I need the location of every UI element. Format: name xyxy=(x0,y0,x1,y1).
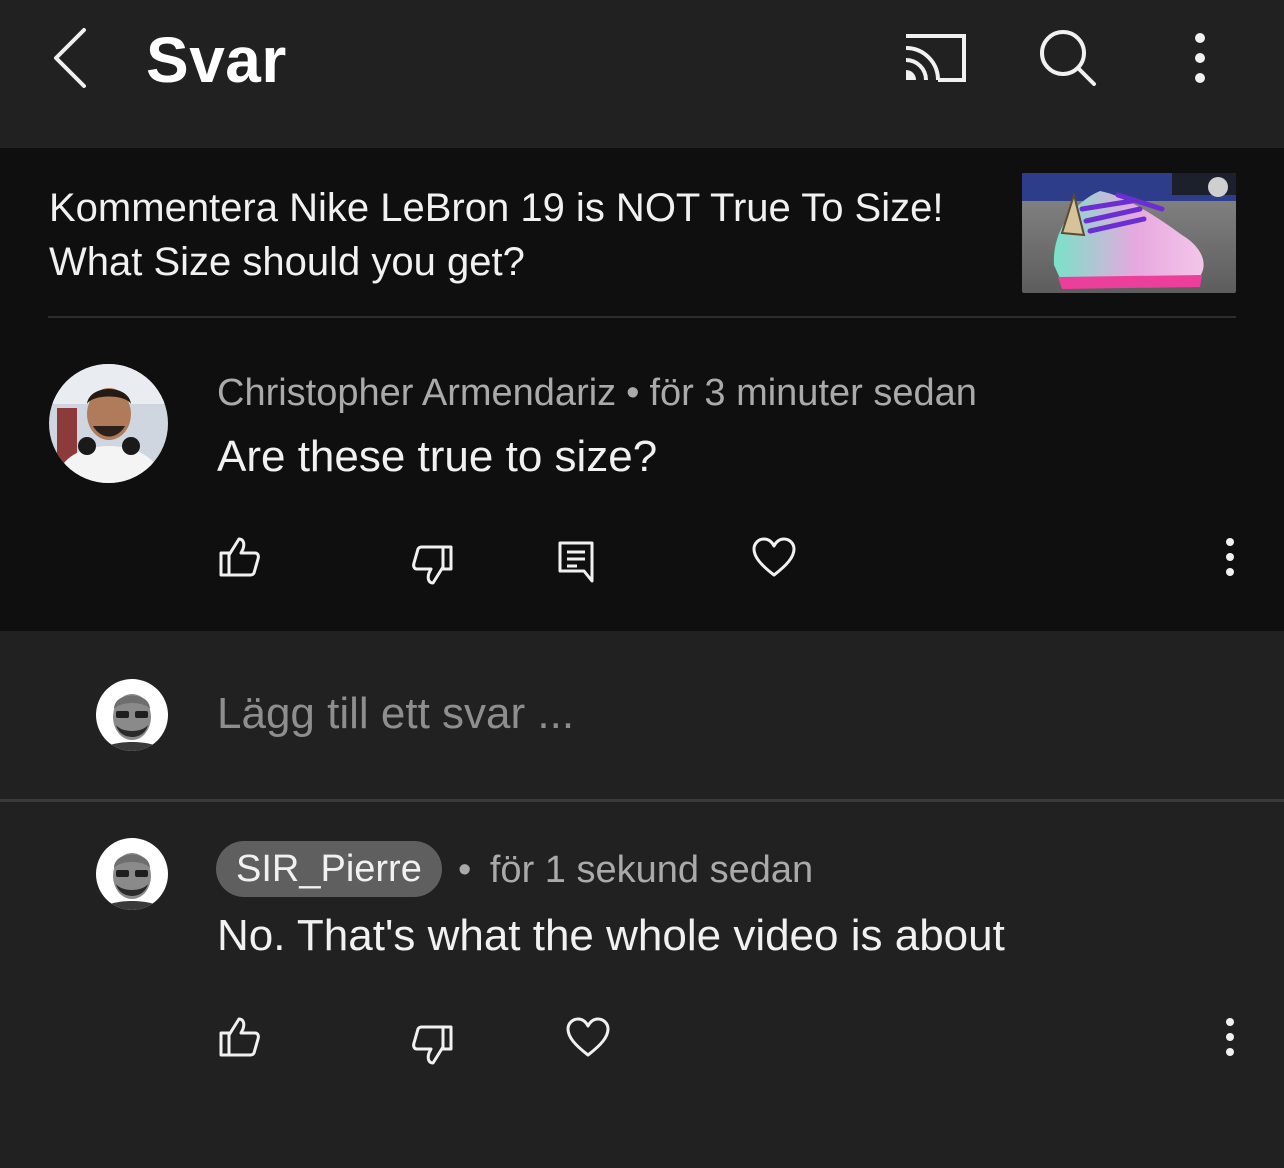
heart-button[interactable] xyxy=(742,526,806,590)
reply-author-chip[interactable]: SIR_Pierre xyxy=(216,841,442,897)
heart-button[interactable] xyxy=(556,1006,620,1070)
back-arrow-icon xyxy=(54,28,86,88)
reply-input[interactable]: Lägg till ett svar ... xyxy=(217,688,574,740)
page-title: Svar xyxy=(146,24,287,96)
dislike-icon xyxy=(412,545,453,585)
avatar[interactable] xyxy=(49,364,168,483)
like-button[interactable] xyxy=(208,1004,272,1068)
heart-icon xyxy=(566,1017,610,1057)
reply-more-button[interactable] xyxy=(1198,1006,1262,1070)
avatar xyxy=(96,679,168,751)
comment-meta: Christopher Armendariz • för 3 minuter sed… xyxy=(217,370,977,416)
user-avatar-image xyxy=(49,364,168,483)
more-vertical-icon xyxy=(1226,538,1234,576)
avatar[interactable] xyxy=(96,838,168,910)
comment-author[interactable]: Christopher Armendariz xyxy=(217,372,616,414)
divider xyxy=(0,799,1284,802)
video-title[interactable]: Kommentera Nike LeBron 19 is NOT True To… xyxy=(49,181,1004,289)
heart-icon xyxy=(752,537,796,577)
cast-icon xyxy=(905,34,966,82)
sneaker-thumbnail-image xyxy=(1022,173,1236,293)
like-icon xyxy=(219,1017,260,1057)
like-button[interactable] xyxy=(208,524,272,588)
back-button[interactable] xyxy=(40,22,104,94)
dislike-button[interactable] xyxy=(400,534,464,598)
comment-timestamp: för 3 minuter sedan xyxy=(649,372,977,414)
reply-meta: • för 1 sekund sedan xyxy=(458,847,813,893)
more-options-button[interactable] xyxy=(1170,20,1230,96)
more-vertical-icon xyxy=(1195,33,1205,83)
divider xyxy=(48,316,1236,318)
cast-button[interactable] xyxy=(898,24,974,92)
self-avatar-image xyxy=(96,679,168,751)
comment-body: Are these true to size? xyxy=(217,432,658,481)
meta-separator: • xyxy=(626,372,640,414)
dislike-button[interactable] xyxy=(400,1014,464,1078)
like-icon xyxy=(219,537,260,577)
reply-icon xyxy=(558,541,594,583)
reply-timestamp: för 1 sekund sedan xyxy=(489,849,814,891)
more-vertical-icon xyxy=(1226,1018,1234,1056)
comment-more-button[interactable] xyxy=(1198,526,1262,590)
dislike-icon xyxy=(412,1025,453,1065)
reply-author-avatar-image xyxy=(96,838,168,910)
meta-separator: • xyxy=(458,849,472,891)
reply-button[interactable] xyxy=(544,530,608,594)
reply-input-bar xyxy=(0,631,1284,799)
search-icon xyxy=(1040,30,1096,86)
search-button[interactable] xyxy=(1030,20,1106,96)
video-thumbnail[interactable] xyxy=(1022,173,1236,293)
reply-body: No. That's what the whole video is about xyxy=(217,911,1005,960)
